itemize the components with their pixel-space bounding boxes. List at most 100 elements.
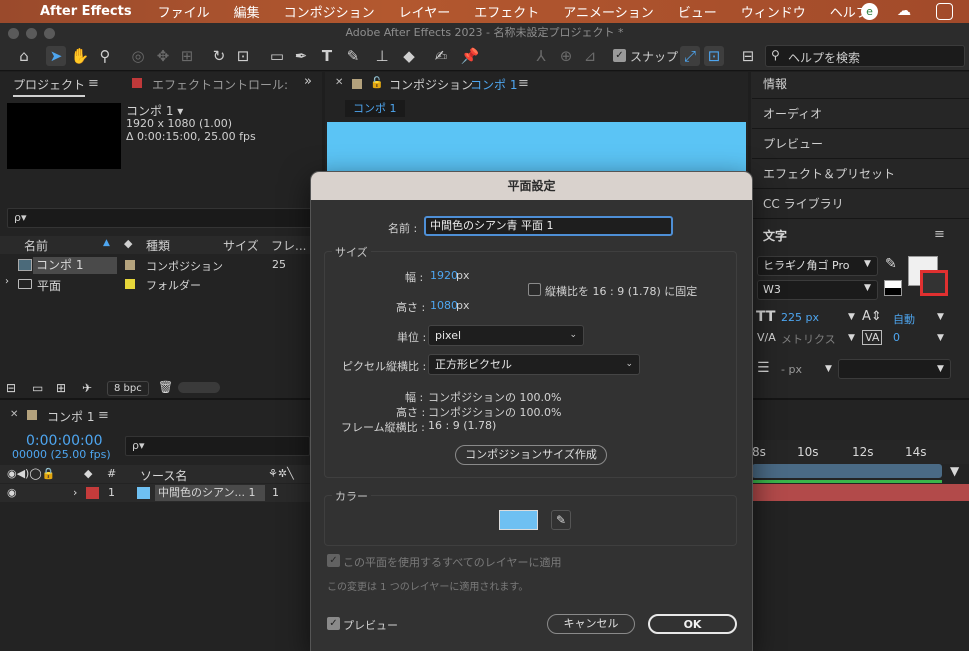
- lock-aspect-checkbox[interactable]: [528, 283, 541, 296]
- menu-animation[interactable]: アニメーション: [563, 2, 653, 21]
- panel-menu-icon[interactable]: ≡: [98, 408, 109, 423]
- column-type[interactable]: 種類: [146, 237, 170, 254]
- font-style-select[interactable]: W3: [757, 280, 878, 300]
- table-row[interactable]: ◉ › 1 中間色のシアン... 1 1: [0, 484, 310, 502]
- menu-layer[interactable]: レイヤー: [399, 2, 451, 21]
- flowchart-icon[interactable]: ✈: [82, 381, 92, 395]
- panel-overflow-icon[interactable]: »: [304, 74, 312, 89]
- clone-stamp-tool-icon[interactable]: ⊥: [372, 46, 392, 66]
- solid-color-swatch[interactable]: [499, 510, 538, 530]
- axis-view-icon[interactable]: ⊿: [580, 46, 600, 66]
- interpret-footage-icon[interactable]: ⊟: [6, 381, 16, 395]
- menu-composition[interactable]: コンポジション: [284, 2, 375, 21]
- label-color-swatch[interactable]: [125, 279, 135, 289]
- brush-tool-icon[interactable]: ✎: [343, 46, 363, 66]
- chevron-down-icon[interactable]: ▼: [848, 333, 855, 343]
- help-search-input[interactable]: ⚲ ヘルプを検索: [765, 45, 965, 67]
- panel-menu-icon[interactable]: ≡: [934, 227, 945, 242]
- column-name[interactable]: 名前: [24, 237, 48, 254]
- disclosure-arrow-icon[interactable]: ›: [5, 276, 9, 287]
- menu-window[interactable]: ウィンドウ: [741, 2, 806, 21]
- pixel-aspect-select[interactable]: 正方形ピクセル ⌄: [428, 354, 640, 375]
- chevron-down-icon[interactable]: ▼: [848, 312, 855, 322]
- make-comp-size-button[interactable]: コンポジションサイズ作成: [455, 445, 607, 465]
- apply-to-all-checkbox[interactable]: ✓: [327, 554, 340, 567]
- project-item-name[interactable]: コンポ 1: [33, 257, 117, 274]
- layer-name[interactable]: 中間色のシアン... 1: [155, 485, 265, 501]
- home-icon[interactable]: ⌂: [14, 46, 34, 66]
- table-row[interactable]: › 平面 フォルダー: [0, 275, 322, 294]
- ok-button[interactable]: OK: [648, 614, 737, 634]
- rotate-tool-icon[interactable]: ↻: [209, 46, 229, 66]
- time-ruler[interactable]: 8s 10s 12s 14s: [752, 440, 969, 464]
- trash-icon[interactable]: 🗑: [158, 380, 173, 394]
- bpc-button[interactable]: 8 bpc: [107, 381, 149, 396]
- panel-info[interactable]: 情報: [752, 70, 969, 99]
- dolly-camera-icon[interactable]: ⊞: [177, 46, 197, 66]
- tab-project[interactable]: プロジェクト: [13, 76, 86, 97]
- menu-app[interactable]: After Effects: [40, 4, 132, 19]
- panel-menu-icon[interactable]: ≡: [518, 76, 529, 91]
- project-item-name[interactable]: 平面: [37, 277, 61, 294]
- column-frame[interactable]: フレ...: [271, 237, 306, 254]
- thumbnail-slider[interactable]: [178, 382, 220, 393]
- font-family-select[interactable]: ヒラギノ角ゴ Pro: [757, 256, 878, 276]
- menu-edit[interactable]: 編集: [234, 2, 260, 21]
- zoom-tool-icon[interactable]: ⚲: [95, 46, 115, 66]
- evernote-icon[interactable]: e: [861, 3, 878, 20]
- snap-feature-icon[interactable]: ⤢: [680, 46, 700, 66]
- window-zoom-button[interactable]: [44, 28, 55, 39]
- puppet-pin-tool-icon[interactable]: 📌: [460, 46, 480, 66]
- rectangle-tool-icon[interactable]: ▭: [267, 46, 287, 66]
- snap-checkbox[interactable]: ✓: [613, 49, 626, 62]
- panel-preview[interactable]: プレビュー: [752, 130, 969, 159]
- layer-duration-bar[interactable]: [752, 484, 969, 501]
- label-color-swatch[interactable]: [125, 260, 135, 270]
- close-tab-icon[interactable]: ✕: [335, 77, 343, 88]
- current-timecode[interactable]: 0:00:00:00: [26, 433, 103, 449]
- tab-effect-controls[interactable]: エフェクトコントロール:: [152, 76, 288, 93]
- eraser-tool-icon[interactable]: ◆: [399, 46, 419, 66]
- height-value[interactable]: 1080: [430, 299, 458, 312]
- eye-icon[interactable]: ◉: [7, 486, 17, 499]
- eyedropper-icon[interactable]: ✎: [885, 256, 897, 272]
- window-close-button[interactable]: [8, 28, 19, 39]
- cancel-button[interactable]: キャンセル: [547, 614, 635, 634]
- time-navigator-end-icon[interactable]: ▼: [950, 464, 959, 478]
- new-composition-icon[interactable]: ⊞: [56, 381, 66, 395]
- close-tab-icon[interactable]: ✕: [10, 409, 18, 420]
- workspace-icon[interactable]: ⊟: [738, 46, 758, 66]
- cloud-icon[interactable]: ☁: [897, 3, 919, 20]
- column-source-name[interactable]: ソース名: [140, 467, 187, 484]
- default-colors-icon[interactable]: [884, 280, 902, 296]
- window-minimize-button[interactable]: [26, 28, 37, 39]
- comp-breadcrumb-chip[interactable]: コンポ 1: [345, 100, 405, 117]
- pan-camera-icon[interactable]: ✥: [153, 46, 173, 66]
- panel-menu-icon[interactable]: ≡: [88, 76, 99, 91]
- timeline-tab[interactable]: コンポ 1: [47, 408, 94, 425]
- panel-cc-libraries[interactable]: CC ライブラリ: [752, 190, 969, 219]
- tracking-value[interactable]: 0: [893, 331, 900, 344]
- roto-brush-tool-icon[interactable]: ✍: [431, 46, 451, 66]
- snap-bounds-icon[interactable]: ⊡: [704, 46, 724, 66]
- new-folder-icon[interactable]: ▭: [32, 381, 43, 395]
- chevron-down-icon[interactable]: ▼: [937, 333, 944, 343]
- table-row[interactable]: コンポ 1 コンポジション 25: [0, 256, 322, 275]
- solid-name-input[interactable]: 中間色のシアン青 平面 1: [424, 216, 673, 236]
- eyedropper-icon[interactable]: ✎: [551, 510, 571, 530]
- disclosure-arrow-icon[interactable]: ›: [73, 486, 77, 499]
- lock-icon[interactable]: 🔓: [370, 76, 384, 89]
- type-tool-icon[interactable]: T: [317, 46, 337, 66]
- column-size[interactable]: サイズ: [223, 237, 259, 254]
- orbit-camera-icon[interactable]: ◎: [128, 46, 148, 66]
- menu-effect[interactable]: エフェクト: [474, 2, 539, 21]
- layer-label-color[interactable]: [86, 487, 99, 499]
- leading-value[interactable]: 自動: [893, 311, 915, 327]
- unit-select[interactable]: pixel ⌄: [428, 325, 584, 346]
- menu-view[interactable]: ビュー: [678, 2, 717, 21]
- anchor-point-tool-icon[interactable]: ⊡: [233, 46, 253, 66]
- menu-file[interactable]: ファイル: [158, 2, 210, 21]
- kerning-value[interactable]: メトリクス: [781, 331, 836, 347]
- sort-ascending-icon[interactable]: ▲: [103, 238, 110, 248]
- axis-world-icon[interactable]: ⊕: [556, 46, 576, 66]
